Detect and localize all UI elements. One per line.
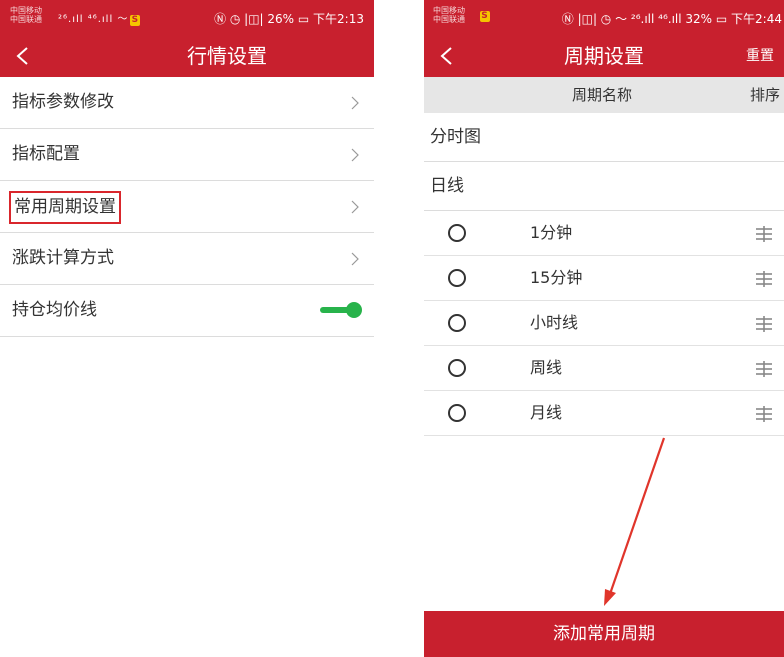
period-row-weekly[interactable]: 周线 [424,346,784,391]
period-settings-screen: 中国移动 中国联通 S Ⓝ |◫| ◷ 〜 ²⁶.ıll ⁴⁶.ıll 32% … [424,0,784,657]
menu-item-change-calc[interactable]: 涨跌计算方式 [0,233,374,285]
menu-item-label: 持仓均价线 [12,300,97,320]
section-daily: 日线 [424,162,784,211]
menu-item-avg-cost-line: 持仓均价线 [0,285,374,337]
carrier-2: 中国联通 [10,15,42,24]
menu-item-label-highlighted: 常用周期设置 [9,191,121,224]
period-row-1min[interactable]: 1分钟 [424,211,784,256]
status-right: Ⓝ ◷ |◫| 26% ▭ 下午2:13 [214,12,364,26]
section-intraday: 分时图 [424,113,784,162]
radio-icon[interactable] [448,359,466,377]
add-common-period-button[interactable]: 添加常用周期 [424,611,784,657]
app-badge-icon: S [480,11,490,22]
chevron-right-icon [351,148,359,162]
menu-item-label: 指标配置 [12,144,80,164]
page-title: 周期设置 [564,44,644,68]
chevron-right-icon [351,200,359,214]
section-label: 日线 [430,176,464,196]
chevron-right-icon [351,252,359,266]
nav-bar: 周期设置 重置 [424,35,784,77]
column-name-header: 周期名称 [572,86,633,104]
period-label: 1分钟 [530,223,573,242]
page-title: 行情设置 [187,44,267,68]
drag-handle-icon[interactable] [754,226,774,242]
period-row-monthly[interactable]: 月线 [424,391,784,436]
menu-item-indicator-config[interactable]: 指标配置 [0,129,374,181]
signal-icons: S [478,10,490,22]
menu-item-label: 指标参数修改 [12,92,114,112]
drag-handle-icon[interactable] [754,271,774,287]
drag-handle-icon[interactable] [754,406,774,422]
status-bar: 中国移动 中国联通 ²⁶.ıll ⁴⁶.ıll 〜 S Ⓝ ◷ |◫| 26% ▭… [0,0,374,35]
menu-item-common-periods[interactable]: 常用周期设置 [0,181,374,233]
toggle-knob [346,302,362,318]
period-label: 15分钟 [530,268,583,287]
carrier-names: 中国移动 中国联通 [433,6,465,24]
chevron-right-icon [351,96,359,110]
radio-icon[interactable] [448,404,466,422]
status-right: Ⓝ |◫| ◷ 〜 ²⁶.ıll ⁴⁶.ıll 32% ▭ 下午2:44 [561,12,782,26]
menu-item-indicator-params[interactable]: 指标参数修改 [0,77,374,129]
menu-item-label: 涨跌计算方式 [12,248,114,268]
carrier-1: 中国移动 [433,6,465,15]
radio-icon[interactable] [448,269,466,287]
section-label: 分时图 [430,127,481,147]
period-label: 周线 [530,358,563,377]
avg-cost-line-toggle[interactable] [320,302,362,318]
carrier-names: 中国移动 中国联通 [10,6,42,24]
back-icon[interactable] [14,46,32,66]
nav-bar: 行情设置 [0,35,374,77]
status-bar: 中国移动 中国联通 S Ⓝ |◫| ◷ 〜 ²⁶.ıll ⁴⁶.ıll 32% … [424,0,784,35]
signal-icons: ²⁶.ıll ⁴⁶.ıll 〜 S [58,10,141,26]
carrier-2: 中国联通 [433,15,465,24]
market-settings-screen: 中国移动 中国联通 ²⁶.ıll ⁴⁶.ıll 〜 S Ⓝ ◷ |◫| 26% ▭… [0,0,374,657]
column-sort-header: 排序 [750,86,781,104]
column-header: 周期名称 排序 [424,77,784,113]
period-label: 月线 [530,403,563,422]
radio-icon[interactable] [448,314,466,332]
period-row-15min[interactable]: 15分钟 [424,256,784,301]
period-row-hourly[interactable]: 小时线 [424,301,784,346]
drag-handle-icon[interactable] [754,361,774,377]
carrier-1: 中国移动 [10,6,42,15]
reset-button[interactable]: 重置 [746,35,774,77]
radio-icon[interactable] [448,224,466,242]
period-label: 小时线 [530,313,579,332]
signal-text: ²⁶.ıll ⁴⁶.ıll 〜 [58,14,129,25]
app-badge-icon: S [130,15,141,26]
drag-handle-icon[interactable] [754,316,774,332]
